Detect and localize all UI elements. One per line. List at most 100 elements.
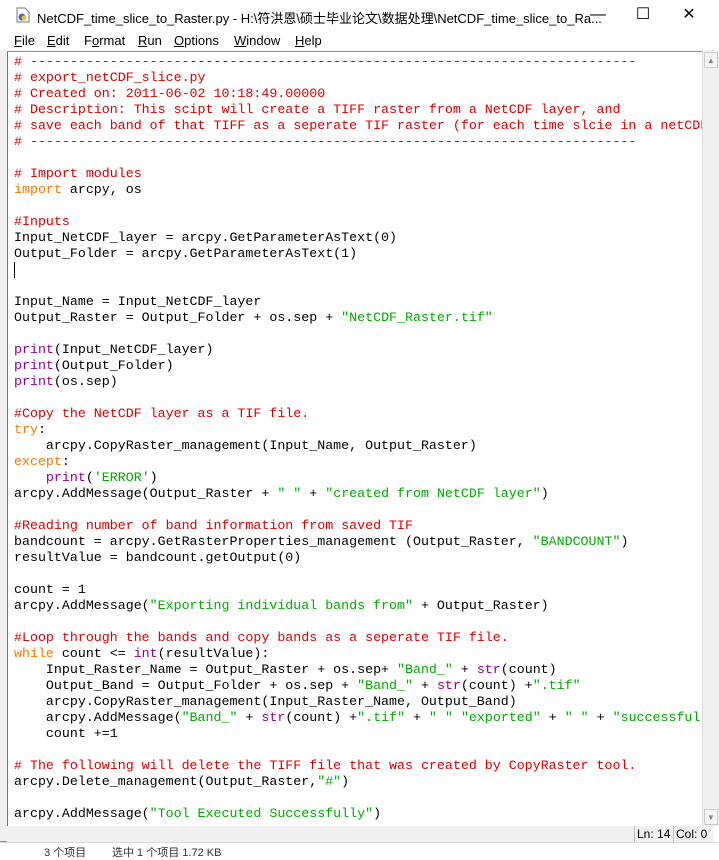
code-line[interactable]: # export_netCDF_slice.py: [14, 70, 703, 86]
comment-token: # --------------------------------------…: [14, 54, 637, 69]
code-line[interactable]: print(os.sep): [14, 374, 703, 390]
code-line[interactable]: arcpy.AddMessage("Exporting individual b…: [14, 598, 703, 614]
code-line[interactable]: Input_Raster_Name = Output_Raster + os.s…: [14, 662, 703, 678]
menu-edit[interactable]: Edit: [47, 33, 69, 48]
code-line[interactable]: count = 1: [14, 582, 703, 598]
code-token: +: [237, 710, 262, 725]
code-line[interactable]: # The following will delete the TIFF fil…: [14, 758, 703, 774]
code-line[interactable]: Output_Raster = Output_Folder + os.sep +…: [14, 310, 703, 326]
status-bar: Ln: 14 Col: 0: [7, 826, 713, 842]
close-button[interactable]: ✕: [666, 0, 712, 30]
code-line[interactable]: try:: [14, 422, 703, 438]
code-line[interactable]: [14, 742, 703, 758]
code-token: (os.sep): [53, 374, 118, 389]
code-token: arcpy.AddMessage(: [14, 710, 182, 725]
code-line[interactable]: Input_Name = Input_NetCDF_layer: [14, 294, 703, 310]
code-token: ): [373, 806, 382, 821]
code-token: ): [341, 774, 350, 789]
menu-file[interactable]: File: [14, 33, 35, 48]
code-line[interactable]: # --------------------------------------…: [14, 134, 703, 150]
code-token: :: [37, 422, 46, 437]
explorer-item-count: 3 个项目: [44, 847, 87, 859]
menu-help[interactable]: Help: [295, 33, 322, 48]
code-line[interactable]: arcpy.Delete_management(Output_Raster,"#…: [14, 774, 703, 790]
code-line[interactable]: [14, 150, 703, 166]
string-token: "Band_": [357, 678, 413, 693]
code-line[interactable]: Output_Folder = arcpy.GetParameterAsText…: [14, 246, 703, 262]
comment-token: #Copy the NetCDF layer as a TIF file.: [14, 406, 310, 421]
code-token: count +=1: [14, 726, 118, 741]
code-line[interactable]: import arcpy, os: [14, 182, 703, 198]
code-token: arcpy.AddMessage(: [14, 598, 150, 613]
code-line[interactable]: while count <= int(resultValue):: [14, 646, 703, 662]
code-line[interactable]: arcpy.AddMessage("Tool Executed Successf…: [14, 806, 703, 822]
string-token: "created from NetCDF layer": [325, 486, 541, 501]
code-line[interactable]: arcpy.CopyRaster_management(Input_Raster…: [14, 694, 703, 710]
code-text[interactable]: # --------------------------------------…: [14, 54, 703, 822]
comment-token: #Loop through the bands and copy bands a…: [14, 630, 509, 645]
menu-format[interactable]: Format: [84, 33, 125, 48]
code-line[interactable]: Output_Band = Output_Folder + os.sep + "…: [14, 678, 703, 694]
code-line[interactable]: [14, 390, 703, 406]
code-line[interactable]: #Copy the NetCDF layer as a TIF file.: [14, 406, 703, 422]
code-line[interactable]: [14, 198, 703, 214]
code-line[interactable]: print(Output_Folder): [14, 358, 703, 374]
code-token: +: [452, 662, 477, 677]
code-line[interactable]: # --------------------------------------…: [14, 54, 703, 70]
code-token: +: [405, 710, 430, 725]
code-line[interactable]: Input_NetCDF_layer = arcpy.GetParameterA…: [14, 230, 703, 246]
code-line[interactable]: arcpy.CopyRaster_management(Input_Name, …: [14, 438, 703, 454]
code-line[interactable]: [14, 278, 703, 294]
code-line[interactable]: # save each band of that TIFF as a seper…: [14, 118, 703, 134]
code-line[interactable]: resultValue = bandcount.getOutput(0): [14, 550, 703, 566]
code-line[interactable]: print('ERROR'): [14, 470, 703, 486]
python-file-icon: [16, 7, 30, 23]
code-line[interactable]: print(Input_NetCDF_layer): [14, 342, 703, 358]
code-line[interactable]: #Reading number of band information from…: [14, 518, 703, 534]
code-line[interactable]: [14, 566, 703, 582]
string-token: ".tif": [357, 710, 406, 725]
menu-options[interactable]: Options: [174, 33, 219, 48]
code-line[interactable]: [14, 326, 703, 342]
string-token: 'ERROR': [93, 470, 150, 485]
menu-run[interactable]: Run: [138, 33, 162, 48]
code-line[interactable]: [14, 614, 703, 630]
code-line[interactable]: #Loop through the bands and copy bands a…: [14, 630, 703, 646]
string-token: "NetCDF_Raster.tif": [341, 310, 493, 325]
minimize-button[interactable]: —: [575, 0, 621, 30]
scroll-up-arrow-icon[interactable]: ▲: [704, 52, 718, 68]
comment-token: # export_netCDF_slice.py: [14, 70, 206, 85]
code-line[interactable]: except:: [14, 454, 703, 470]
code-line[interactable]: # Import modules: [14, 166, 703, 182]
code-line[interactable]: # Description: This scipt will create a …: [14, 102, 703, 118]
code-token: arcpy.AddMessage(: [14, 806, 150, 821]
code-line[interactable]: arcpy.AddMessage("Band_" + str(count) +"…: [14, 710, 703, 726]
menu-window[interactable]: Window: [234, 33, 280, 48]
maximize-button[interactable]: ☐: [620, 0, 666, 30]
code-line[interactable]: bandcount = arcpy.GetRasterProperties_ma…: [14, 534, 703, 550]
code-line[interactable]: [14, 790, 703, 806]
code-line[interactable]: [14, 262, 703, 278]
line-number: Ln: 14: [634, 826, 672, 842]
string-token: ".tif": [532, 678, 581, 693]
comment-token: # Description: This scipt will create a …: [14, 102, 621, 117]
title-bar[interactable]: NetCDF_time_slice_to_Raster.py - H:\符洪恩\…: [0, 0, 713, 30]
code-token: arcpy.AddMessage(Output_Raster +: [14, 486, 278, 501]
vertical-scrollbar[interactable]: ▲ ▼: [702, 51, 719, 826]
comment-token: # save each band of that TIFF as a seper…: [14, 118, 703, 133]
string-token: " ": [429, 710, 453, 725]
code-editor[interactable]: # --------------------------------------…: [7, 51, 703, 827]
scroll-down-arrow-icon[interactable]: ▼: [704, 809, 718, 825]
code-line[interactable]: #Inputs: [14, 214, 703, 230]
code-token: bandcount = arcpy.GetRasterProperties_ma…: [14, 534, 533, 549]
code-line[interactable]: [14, 502, 703, 518]
window-title: NetCDF_time_slice_to_Raster.py - H:\符洪恩\…: [37, 11, 602, 26]
string-token: " ": [277, 486, 302, 501]
code-line[interactable]: count +=1: [14, 726, 703, 742]
code-token: arcpy, os: [61, 182, 142, 197]
code-token: +: [588, 710, 613, 725]
builtin-token: print: [14, 342, 54, 357]
code-token: +: [412, 678, 437, 693]
code-line[interactable]: # Created on: 2011-06-02 10:18:49.00000: [14, 86, 703, 102]
code-line[interactable]: arcpy.AddMessage(Output_Raster + " " + "…: [14, 486, 703, 502]
